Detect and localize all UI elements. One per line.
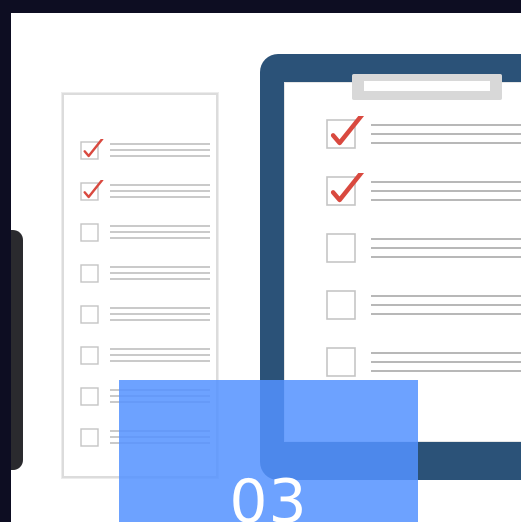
paper-checklist-item — [80, 221, 210, 242]
clipboard-checklist-item — [326, 287, 521, 320]
empty-checkbox-icon — [326, 290, 521, 320]
paper-checklist-item — [80, 139, 210, 160]
screenshot-frame: 03 — [0, 0, 521, 522]
empty-checkbox-icon — [80, 346, 210, 365]
empty-checkbox-icon — [326, 347, 521, 377]
paper-checklist-item — [80, 180, 210, 201]
empty-checkbox-icon — [326, 233, 521, 263]
paper-checklist-item — [80, 262, 210, 283]
overlay-number: 03 — [229, 467, 308, 522]
clipboard-checklist-item — [326, 173, 521, 206]
clipboard-clip-slot — [364, 81, 490, 91]
clipboard-checklist-item — [326, 344, 521, 377]
number-overlay: 03 — [119, 380, 418, 522]
paper-checklist-item — [80, 303, 210, 324]
paper-checklist-item — [80, 344, 210, 365]
checked-box-icon — [326, 173, 521, 206]
empty-checkbox-icon — [80, 223, 210, 242]
clipboard-checklist-item — [326, 230, 521, 263]
checklist-illustration: 03 — [11, 13, 521, 522]
checked-box-icon — [326, 116, 521, 149]
empty-checkbox-icon — [80, 305, 210, 324]
dark-side-tab — [11, 230, 23, 470]
clipboard-clip — [352, 74, 502, 100]
clipboard-checklist-item — [326, 116, 521, 149]
empty-checkbox-icon — [80, 264, 210, 283]
checked-box-icon — [80, 180, 210, 201]
checked-box-icon — [80, 139, 210, 160]
